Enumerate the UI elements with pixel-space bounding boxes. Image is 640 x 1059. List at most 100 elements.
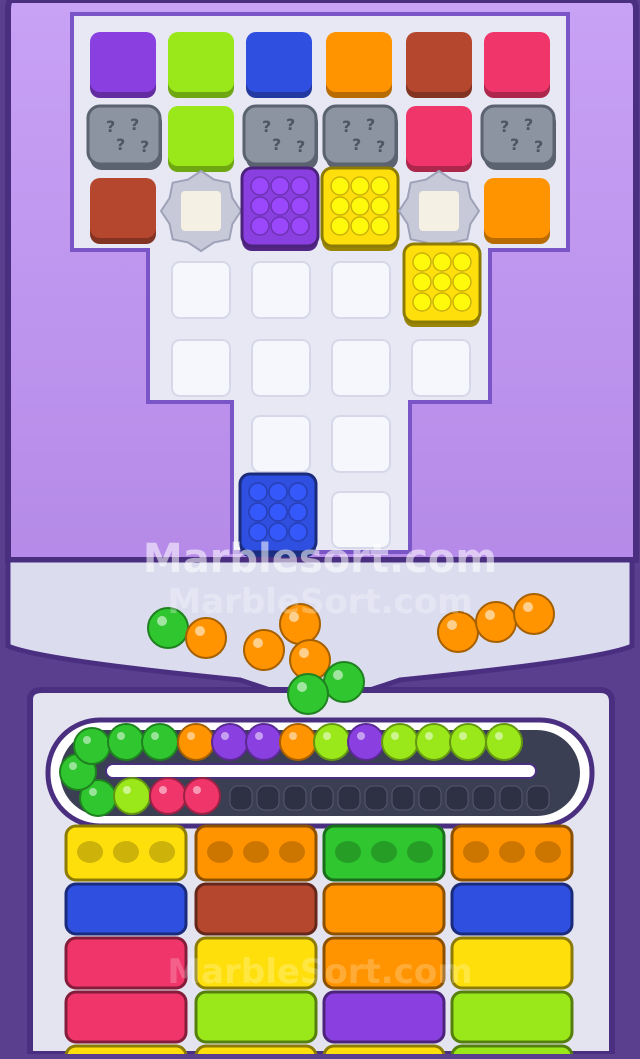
lime-column-tile[interactable] [450, 1044, 574, 1059]
conveyor-empty-slot [337, 785, 361, 811]
yellow-column-tile[interactable] [322, 1044, 446, 1059]
conveyor-empty-slot [499, 785, 523, 811]
conveyor-empty-slot [364, 785, 388, 811]
bucket-slot [535, 841, 561, 863]
green-marble[interactable] [287, 673, 329, 715]
lime-block[interactable] [168, 106, 234, 166]
pink-conveyor-marble[interactable] [149, 777, 187, 815]
marble-highlight [333, 670, 343, 680]
pink-block[interactable] [406, 106, 472, 166]
orange-conveyor-marble[interactable] [177, 723, 215, 761]
marble-highlight [69, 762, 77, 770]
conveyor-empty-slot [526, 785, 550, 811]
lime-column-tile[interactable] [450, 990, 574, 1044]
yellow-column-tile[interactable] [194, 936, 318, 990]
empty-slot[interactable] [251, 261, 311, 319]
lime-column-tile[interactable] [194, 990, 318, 1044]
empty-slot[interactable] [331, 491, 391, 549]
box-marble [370, 196, 390, 216]
question-mark-icon: ? [140, 137, 149, 156]
orange-column-tile[interactable] [322, 882, 446, 936]
box-marble [330, 176, 350, 196]
lime-conveyor-marble[interactable] [381, 723, 419, 761]
purple-conveyor-marble[interactable] [347, 723, 385, 761]
box-marble [290, 196, 310, 216]
marble-highlight [299, 648, 309, 658]
box-marble [248, 482, 268, 502]
orange-marble[interactable] [185, 617, 227, 659]
lime-conveyor-marble[interactable] [449, 723, 487, 761]
orange-block[interactable] [326, 32, 392, 92]
orange-marble[interactable] [437, 611, 479, 653]
marble-highlight [83, 736, 91, 744]
pink-column-tile[interactable] [64, 936, 188, 990]
blue-column-tile[interactable] [64, 882, 188, 936]
marble-highlight [159, 786, 167, 794]
brown-column-tile[interactable] [194, 882, 318, 936]
green-conveyor-marble[interactable] [73, 727, 111, 765]
blue-block[interactable] [246, 32, 312, 92]
empty-slot[interactable] [251, 415, 311, 473]
lime-conveyor-marble[interactable] [415, 723, 453, 761]
pink-conveyor-marble[interactable] [183, 777, 221, 815]
purple-conveyor-marble[interactable] [245, 723, 283, 761]
empty-slot[interactable] [331, 261, 391, 319]
bucket-slot [149, 841, 175, 863]
marble-highlight [289, 732, 297, 740]
empty-slot[interactable] [251, 339, 311, 397]
brown-block[interactable] [90, 178, 156, 238]
orange-conveyor-marble[interactable] [279, 723, 317, 761]
yellow-column-tile[interactable] [194, 1044, 318, 1059]
bucket-slot [113, 841, 139, 863]
orange-block[interactable] [484, 178, 550, 238]
orange-marble[interactable] [243, 629, 285, 671]
green-marble[interactable] [147, 607, 189, 649]
marble-highlight [485, 610, 495, 620]
lime-conveyor-marble[interactable] [485, 723, 523, 761]
purple-conveyor-marble[interactable] [211, 723, 249, 761]
lime-conveyor-marble[interactable] [313, 723, 351, 761]
marble-highlight [459, 732, 467, 740]
green-marble[interactable] [323, 661, 365, 703]
blue-column-tile[interactable] [450, 882, 574, 936]
orange-marble[interactable] [279, 603, 321, 645]
brown-block[interactable] [406, 32, 472, 92]
orange-marble[interactable] [513, 593, 555, 635]
conveyor-empty-slot [391, 785, 415, 811]
box-marble [270, 196, 290, 216]
box-marble [330, 196, 350, 216]
box-marble [250, 196, 270, 216]
marble-highlight [425, 732, 433, 740]
box-marble [268, 482, 288, 502]
empty-slot[interactable] [171, 339, 231, 397]
lime-block[interactable] [168, 32, 234, 92]
empty-slot[interactable] [411, 339, 471, 397]
green-conveyor-marble[interactable] [107, 723, 145, 761]
box-marble [350, 196, 370, 216]
empty-slot[interactable] [331, 415, 391, 473]
question-mark-icon: ? [106, 117, 115, 136]
yellow-column-tile[interactable] [64, 1044, 188, 1059]
conveyor-empty-slot [418, 785, 442, 811]
question-mark-icon: ? [376, 137, 385, 156]
box-marble [330, 216, 350, 236]
marble-highlight [447, 620, 457, 630]
marble-highlight [193, 786, 201, 794]
orange-column-tile[interactable] [322, 936, 446, 990]
marble-highlight [123, 786, 131, 794]
conveyor-empty-slot [310, 785, 334, 811]
yellow-column-tile[interactable] [450, 936, 574, 990]
bucket-slot [243, 841, 269, 863]
empty-slot[interactable] [171, 261, 231, 319]
marble-highlight [289, 612, 299, 622]
pink-column-tile[interactable] [64, 990, 188, 1044]
lime-conveyor-marble[interactable] [113, 777, 151, 815]
purple-block[interactable] [90, 32, 156, 92]
purple-column-tile[interactable] [322, 990, 446, 1044]
pink-block[interactable] [484, 32, 550, 92]
orange-marble[interactable] [475, 601, 517, 643]
green-conveyor-marble[interactable] [141, 723, 179, 761]
marble-highlight [357, 732, 365, 740]
question-mark-icon: ? [262, 117, 271, 136]
empty-slot[interactable] [331, 339, 391, 397]
